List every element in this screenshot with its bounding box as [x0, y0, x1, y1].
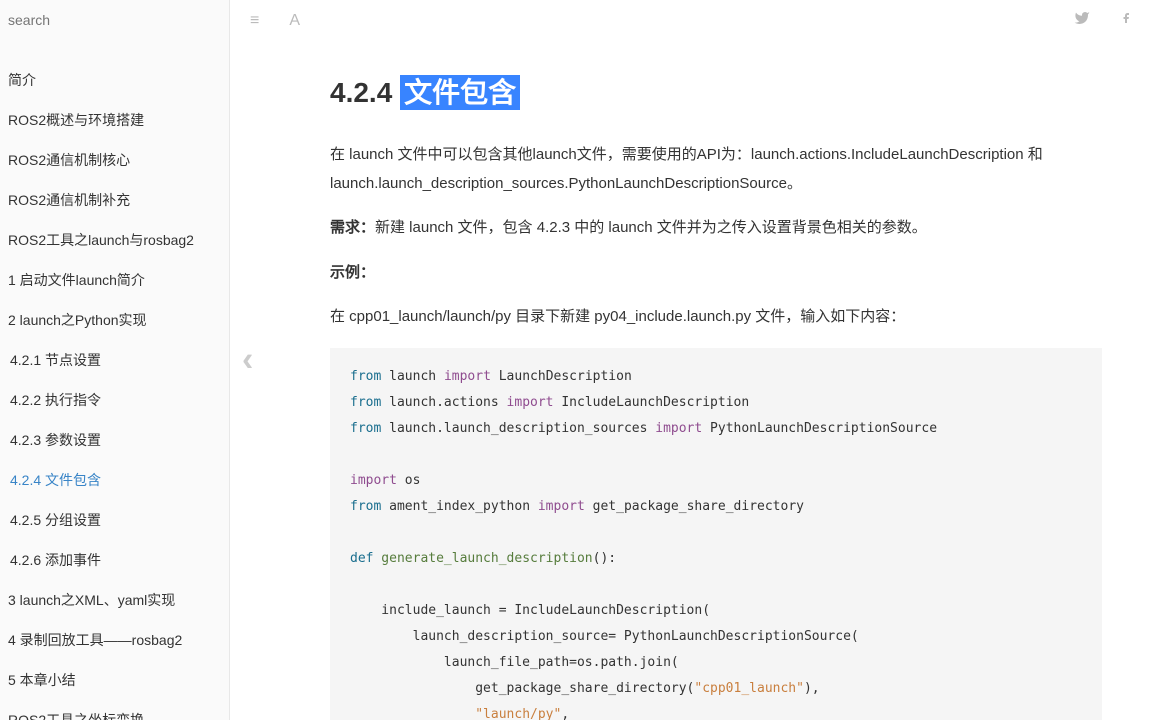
- title-prefix: 4.2.4: [330, 77, 400, 108]
- title-highlight: 文件包含: [400, 75, 520, 110]
- facebook-icon[interactable]: [1120, 10, 1132, 31]
- nav-item-launch-intro[interactable]: 1 启动文件launch简介: [0, 260, 229, 300]
- nav-item-launch-python[interactable]: 2 launch之Python实现: [0, 300, 229, 340]
- font-icon[interactable]: A: [289, 12, 300, 30]
- nav-item-ros2-tools-launch[interactable]: ROS2工具之launch与rosbag2: [0, 220, 229, 260]
- sidebar: 简介 ROS2概述与环境搭建 ROS2通信机制核心 ROS2通信机制补充 ROS…: [0, 0, 230, 720]
- nav-item-launch-xml[interactable]: 3 launch之XML、yaml实现: [0, 580, 229, 620]
- nav-item-426[interactable]: 4.2.6 添加事件: [0, 540, 229, 580]
- article-content: 4.2.4 文件包含 在 launch 文件中可以包含其他launch文件，需要…: [230, 41, 1152, 720]
- nav-list: 简介 ROS2概述与环境搭建 ROS2通信机制核心 ROS2通信机制补充 ROS…: [0, 40, 229, 720]
- paragraph-instruction: 在 cpp01_launch/launch/py 目录下新建 py04_incl…: [330, 303, 1102, 332]
- nav-item-ros2-comm-core[interactable]: ROS2通信机制核心: [0, 140, 229, 180]
- nav-item-421[interactable]: 4.2.1 节点设置: [0, 340, 229, 380]
- nav-item-424[interactable]: 4.2.4 文件包含: [0, 460, 229, 500]
- twitter-icon[interactable]: [1074, 10, 1090, 31]
- requirement-text: 新建 launch 文件，包含 4.2.3 中的 launch 文件并为之传入设…: [375, 219, 927, 236]
- search-input[interactable]: [0, 0, 229, 40]
- page-title: 4.2.4 文件包含: [330, 71, 1102, 111]
- nav-item-intro[interactable]: 简介: [0, 60, 229, 100]
- nav-item-summary[interactable]: 5 本章小结: [0, 660, 229, 700]
- requirement-label: 需求：: [330, 219, 375, 236]
- main-content: ≡ A ‹ 4.2.4 文件包含 在 launch 文件中可以包含其他launc…: [230, 0, 1152, 720]
- nav-item-rosbag2[interactable]: 4 录制回放工具——rosbag2: [0, 620, 229, 660]
- nav-item-ros2-coord[interactable]: ROS2工具之坐标变换: [0, 700, 229, 720]
- paragraph-intro: 在 launch 文件中可以包含其他launch文件，需要使用的API为：lau…: [330, 141, 1102, 198]
- example-label: 示例：: [330, 259, 1102, 288]
- nav-item-ros2-comm-supp[interactable]: ROS2通信机制补充: [0, 180, 229, 220]
- nav-item-423[interactable]: 4.2.3 参数设置: [0, 420, 229, 460]
- nav-item-422[interactable]: 4.2.2 执行指令: [0, 380, 229, 420]
- nav-item-425[interactable]: 4.2.5 分组设置: [0, 500, 229, 540]
- topbar: ≡ A: [230, 0, 1152, 41]
- hamburger-icon[interactable]: ≡: [250, 12, 259, 30]
- nav-item-ros2-overview[interactable]: ROS2概述与环境搭建: [0, 100, 229, 140]
- code-block: from launch import LaunchDescription fro…: [330, 348, 1102, 720]
- paragraph-requirement: 需求：新建 launch 文件，包含 4.2.3 中的 launch 文件并为之…: [330, 214, 1102, 243]
